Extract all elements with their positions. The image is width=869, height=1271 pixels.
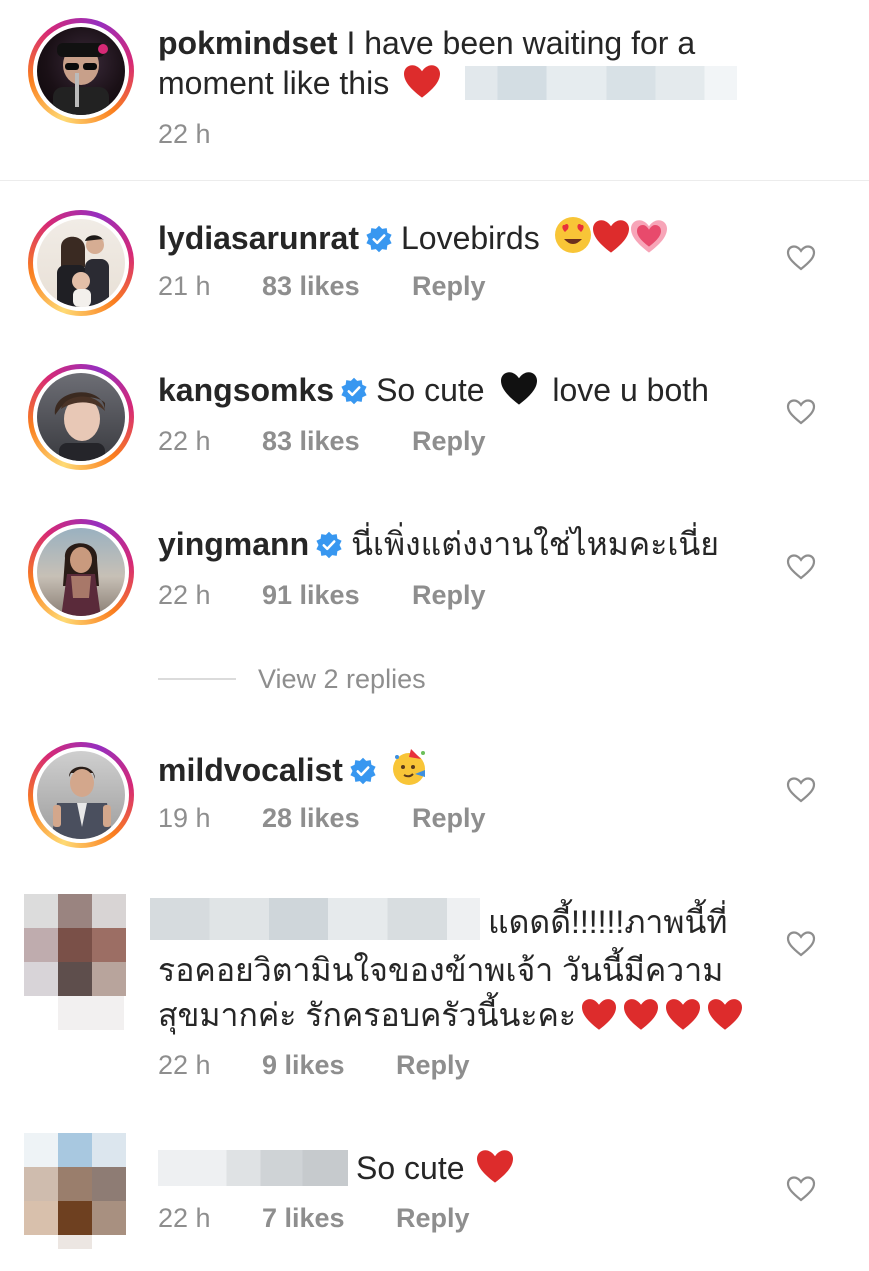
timestamp: 22 h [158, 426, 211, 456]
comment-text-cont: สุขมากค่ะ รักครอบครัวนี้นะคะ [158, 997, 577, 1033]
username[interactable]: yingmann [158, 526, 309, 562]
comment-text: I have been waiting for a [346, 25, 696, 61]
avatar-pixelated[interactable] [24, 1133, 126, 1235]
red-heart-icon [666, 999, 701, 1030]
reply-button[interactable]: Reply [396, 1050, 470, 1081]
likes-count[interactable]: 7 likes [262, 1203, 396, 1234]
comment-text: So cute [376, 372, 485, 408]
username[interactable]: lydiasarunrat [158, 220, 359, 256]
red-heart-icon [592, 220, 629, 253]
redacted-text [464, 66, 737, 100]
verified-badge-icon [341, 377, 367, 405]
red-heart-icon [708, 999, 743, 1030]
comment-text: Lovebirds [400, 220, 540, 256]
likes-count[interactable]: 91 likes [262, 580, 412, 611]
view-replies-button[interactable]: View 2 replies [158, 664, 426, 695]
username[interactable]: mildvocalist [158, 752, 343, 788]
username[interactable]: kangsomks [158, 372, 334, 408]
redacted-username [158, 1150, 348, 1186]
comment-text-cont: รอคอยวิตามินใจของข้าพเจ้า วันนี้มีความ [158, 952, 724, 988]
avatar[interactable] [28, 18, 134, 124]
view-replies-line [158, 678, 236, 680]
avatar-pixelated-tail [58, 996, 124, 1030]
verified-badge-icon [366, 225, 392, 253]
growing-heart-icon [630, 220, 667, 253]
partying-face-emoji-icon [392, 749, 425, 785]
avatar[interactable] [28, 364, 134, 470]
username[interactable]: pokmindset [158, 25, 338, 61]
comment-text-cont: moment like this [158, 65, 390, 101]
timestamp: 22 h [158, 119, 211, 149]
likes-count[interactable]: 83 likes [262, 426, 412, 457]
timestamp: 22 h [158, 1203, 211, 1233]
divider [0, 180, 869, 181]
timestamp: 22 h [158, 1050, 211, 1080]
comment-text: แดดดี้!!!!!!ภาพนี้ที่ [488, 904, 728, 940]
like-heart-icon[interactable] [786, 398, 816, 426]
heart-eyes-emoji-icon [554, 217, 591, 253]
black-heart-icon [501, 372, 538, 405]
like-heart-icon[interactable] [786, 553, 816, 581]
red-heart-icon [404, 65, 441, 98]
reply-button[interactable]: Reply [412, 426, 486, 457]
likes-count[interactable]: 28 likes [262, 803, 412, 834]
like-heart-icon[interactable] [786, 930, 816, 958]
timestamp: 19 h [158, 803, 211, 833]
comment-text: So cute [356, 1150, 465, 1186]
comment-text-after: love u both [552, 372, 709, 408]
redacted-username [150, 898, 480, 940]
timestamp: 21 h [158, 271, 211, 301]
view-replies-label: View 2 replies [258, 664, 426, 694]
avatar[interactable] [28, 519, 134, 625]
verified-badge-icon [350, 757, 376, 785]
reply-button[interactable]: Reply [396, 1203, 470, 1234]
reply-button[interactable]: Reply [412, 271, 486, 302]
comment-text: นี่เพิ่งแต่งงานใช่ไหมคะเนี่ย [351, 526, 719, 562]
timestamp: 22 h [158, 580, 211, 610]
avatar-pixelated[interactable] [24, 894, 126, 996]
avatar[interactable] [28, 210, 134, 316]
red-heart-icon [476, 1150, 513, 1183]
verified-badge-icon [316, 531, 342, 559]
avatar[interactable] [28, 742, 134, 848]
likes-count[interactable]: 83 likes [262, 271, 412, 302]
avatar-pixelated-tail [58, 1235, 92, 1249]
like-heart-icon[interactable] [786, 244, 816, 272]
red-heart-icon [624, 999, 659, 1030]
red-heart-icon [582, 999, 617, 1030]
reply-button[interactable]: Reply [412, 580, 486, 611]
like-heart-icon[interactable] [786, 1175, 816, 1203]
reply-button[interactable]: Reply [412, 803, 486, 834]
like-heart-icon[interactable] [786, 776, 816, 804]
likes-count[interactable]: 9 likes [262, 1050, 396, 1081]
